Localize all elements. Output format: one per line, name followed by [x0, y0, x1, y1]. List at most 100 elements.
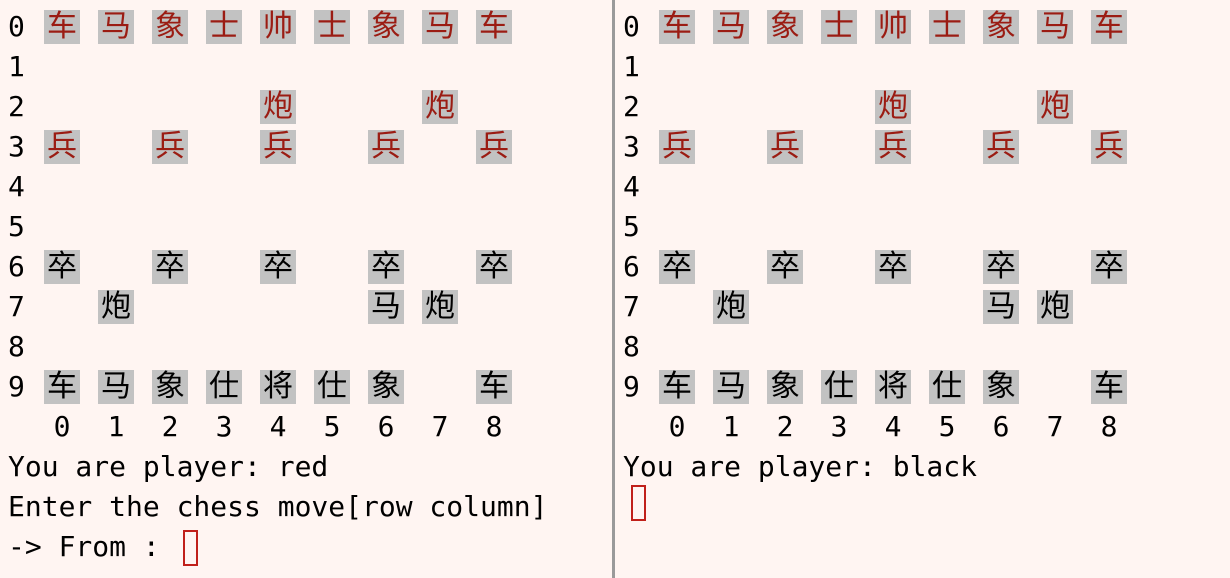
chess-piece: 马 [983, 290, 1019, 324]
row-number: 3 [8, 130, 25, 163]
chess-piece: 仕 [314, 370, 350, 404]
chess-piece: 马 [713, 10, 749, 44]
chess-piece: 卒 [875, 250, 911, 284]
chess-piece: 兵 [152, 130, 188, 164]
column-label: 5 [938, 410, 956, 443]
row-number: 6 [8, 250, 25, 283]
row-number: 5 [8, 210, 25, 243]
row-number: 3 [623, 130, 640, 163]
chess-piece: 兵 [260, 130, 296, 164]
chess-piece: 卒 [767, 250, 803, 284]
row-number: 0 [8, 10, 25, 43]
chess-piece: 车 [1091, 370, 1127, 404]
chess-piece: 象 [368, 370, 404, 404]
column-label: 1 [722, 410, 740, 443]
column-label: 7 [431, 410, 449, 443]
chess-piece: 车 [44, 370, 80, 404]
chess-piece: 车 [44, 10, 80, 44]
chess-piece: 兵 [1091, 130, 1127, 164]
row-number: 4 [623, 170, 640, 203]
chess-piece: 将 [875, 370, 911, 404]
chess-piece: 兵 [368, 130, 404, 164]
chess-piece: 车 [659, 370, 695, 404]
chess-piece: 士 [821, 10, 857, 44]
chess-piece: 兵 [875, 130, 911, 164]
row-number: 7 [8, 290, 25, 323]
row-number: 1 [8, 50, 25, 83]
chess-piece: 兵 [44, 130, 80, 164]
column-label: 8 [1100, 410, 1118, 443]
column-label: 2 [776, 410, 794, 443]
chess-piece: 车 [476, 10, 512, 44]
chess-piece: 马 [422, 10, 458, 44]
column-label: 0 [53, 410, 71, 443]
terminal-pane-red[interactable]: 0车马象士帅士象马车12炮炮3兵兵兵兵兵456卒卒卒卒卒7炮马炮89车马象仕将仕… [0, 0, 612, 578]
column-label: 6 [992, 410, 1010, 443]
chess-piece: 炮 [422, 90, 458, 124]
player-line: You are player: black [623, 450, 978, 483]
chess-piece: 炮 [713, 290, 749, 324]
chess-piece: 马 [713, 370, 749, 404]
chess-piece: 马 [1037, 10, 1073, 44]
chess-piece: 士 [929, 10, 965, 44]
chess-piece: 象 [767, 10, 803, 44]
player-line: You are player: red [8, 450, 329, 483]
column-label: 0 [668, 410, 686, 443]
chess-piece: 马 [98, 370, 134, 404]
column-label: 1 [107, 410, 125, 443]
chess-piece: 车 [659, 10, 695, 44]
column-label: 4 [269, 410, 287, 443]
column-label: 8 [485, 410, 503, 443]
row-number: 7 [623, 290, 640, 323]
chess-piece: 象 [983, 370, 1019, 404]
chess-piece: 象 [152, 10, 188, 44]
row-number: 2 [623, 90, 640, 123]
chess-piece: 帅 [875, 10, 911, 44]
chess-piece: 车 [1091, 10, 1127, 44]
column-label: 3 [830, 410, 848, 443]
column-label: 5 [323, 410, 341, 443]
chess-piece: 炮 [1037, 90, 1073, 124]
chess-piece: 炮 [875, 90, 911, 124]
chess-piece: 兵 [983, 130, 1019, 164]
chess-piece: 卒 [983, 250, 1019, 284]
text-cursor[interactable] [631, 485, 646, 521]
chess-piece: 炮 [1037, 290, 1073, 324]
chess-piece: 卒 [1091, 250, 1127, 284]
chess-piece: 兵 [767, 130, 803, 164]
chess-piece: 炮 [422, 290, 458, 324]
chess-piece: 卒 [659, 250, 695, 284]
chess-piece: 炮 [260, 90, 296, 124]
from-prompt-label: -> From : [8, 530, 177, 563]
row-number: 1 [623, 50, 640, 83]
chess-piece: 仕 [206, 370, 242, 404]
chess-piece: 帅 [260, 10, 296, 44]
row-number: 6 [623, 250, 640, 283]
chess-piece: 兵 [476, 130, 512, 164]
text-cursor[interactable] [182, 530, 198, 566]
row-number: 4 [8, 170, 25, 203]
chess-piece: 炮 [98, 290, 134, 324]
chess-piece: 士 [314, 10, 350, 44]
row-number: 8 [8, 330, 25, 363]
row-number: 5 [623, 210, 640, 243]
chess-piece: 卒 [476, 250, 512, 284]
move-prompt-line: Enter the chess move[row column] [8, 490, 548, 523]
chess-piece: 象 [767, 370, 803, 404]
terminal-pane-black[interactable]: 0车马象士帅士象马车12炮炮3兵兵兵兵兵456卒卒卒卒卒7炮马炮89车马象仕将仕… [615, 0, 1230, 578]
chess-piece: 象 [983, 10, 1019, 44]
from-prompt-line[interactable]: -> From : [8, 527, 198, 567]
chess-piece: 象 [152, 370, 188, 404]
column-label: 3 [215, 410, 233, 443]
chess-piece: 卒 [44, 250, 80, 284]
row-number: 9 [8, 370, 25, 403]
chess-piece: 象 [368, 10, 404, 44]
chess-piece: 马 [98, 10, 134, 44]
chess-piece: 仕 [929, 370, 965, 404]
chess-piece: 仕 [821, 370, 857, 404]
chess-piece: 卒 [368, 250, 404, 284]
chess-piece: 将 [260, 370, 296, 404]
column-label: 7 [1046, 410, 1064, 443]
row-number: 2 [8, 90, 25, 123]
chess-piece: 车 [476, 370, 512, 404]
